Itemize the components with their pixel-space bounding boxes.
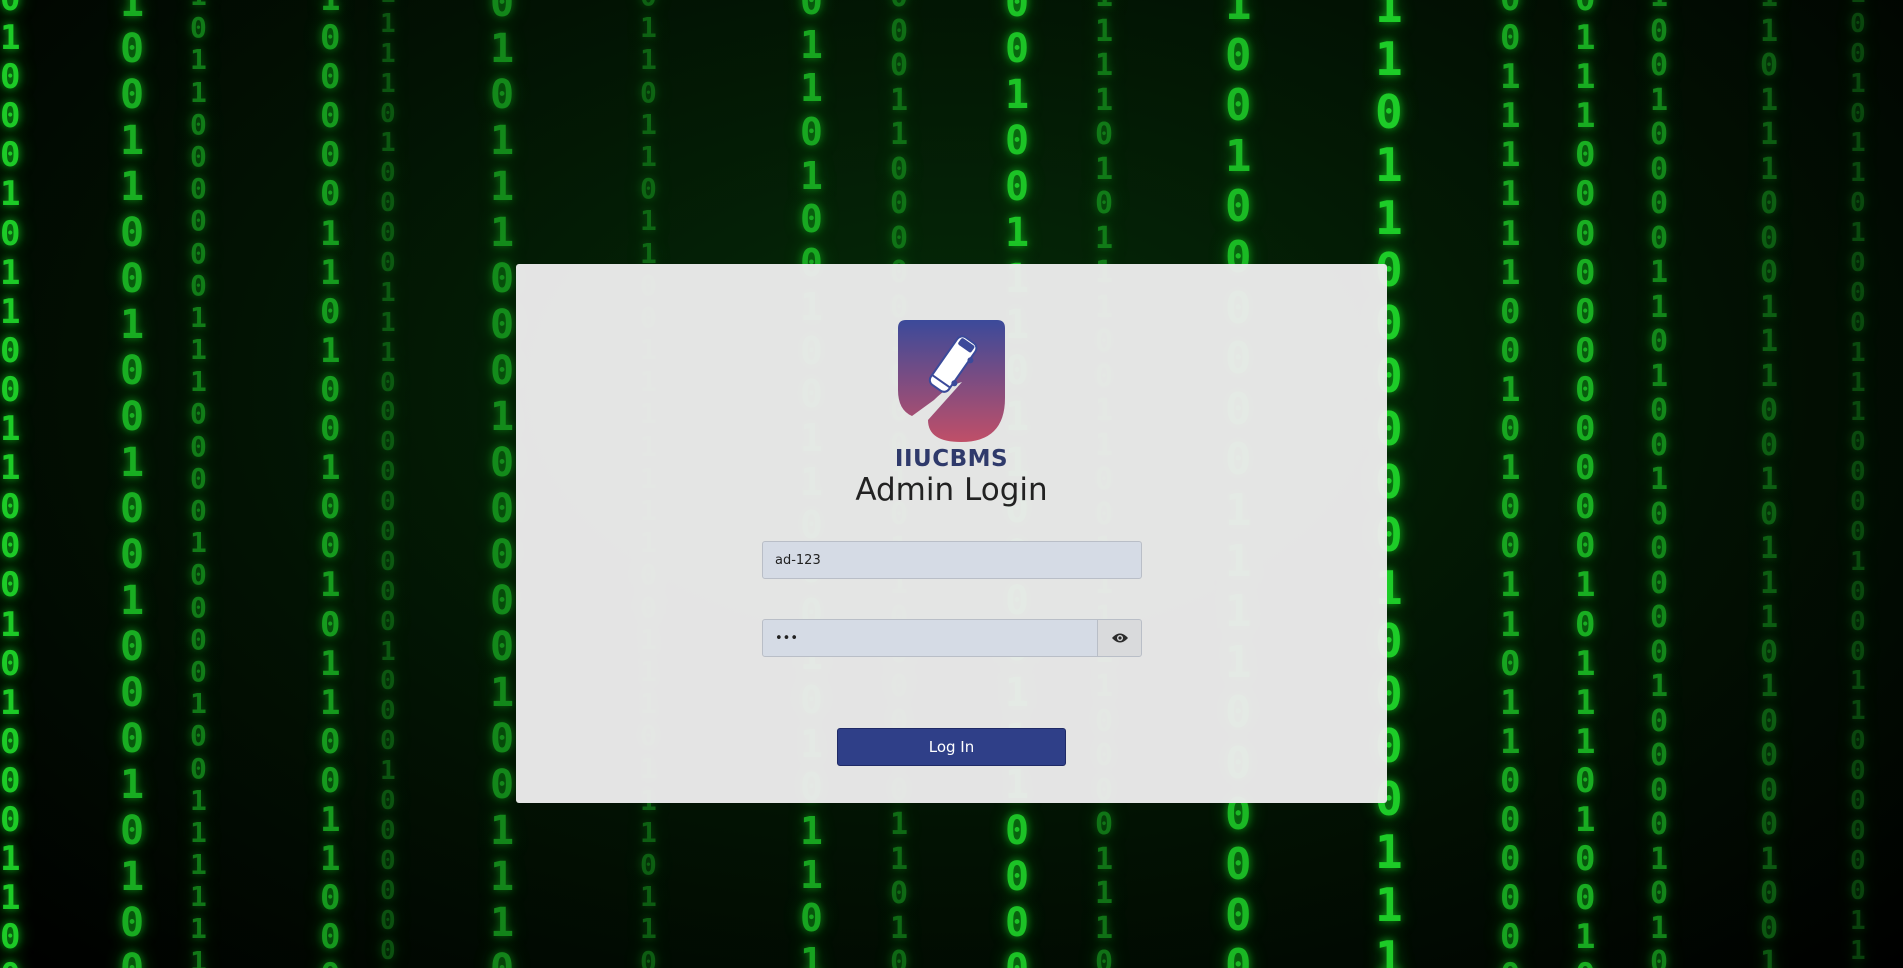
eye-icon xyxy=(1111,633,1128,643)
binary-rain-column: 1 0 0 0 0 0 1 1 0 1 0 0 1 0 0 1 0 1 1 0 … xyxy=(320,0,341,968)
bus-logo-icon xyxy=(898,320,1005,442)
binary-rain-column: 0 0 1 1 1 1 1 1 0 0 1 0 1 0 0 1 1 0 1 1 … xyxy=(1500,0,1521,968)
binary-rain-column: 0 1 0 0 0 1 0 1 1 0 0 1 1 0 0 0 1 0 1 0 … xyxy=(0,0,21,968)
show-password-button[interactable] xyxy=(1097,619,1142,657)
binary-rain-column: 1 1 0 1 1 1 0 0 0 1 1 1 0 0 1 0 1 1 1 0 … xyxy=(1760,0,1779,968)
password-input[interactable] xyxy=(762,619,1098,657)
binary-rain-column: 0 1 1 1 0 0 0 0 0 0 0 0 0 0 0 1 0 1 1 1 … xyxy=(1575,0,1596,968)
login-button[interactable]: Log In xyxy=(837,728,1066,766)
binary-rain-column: 1 0 1 1 0 0 0 0 0 0 1 1 1 0 0 0 0 1 0 0 … xyxy=(190,0,207,968)
username-input[interactable] xyxy=(762,541,1142,579)
login-card: IIUCBMS Admin Login Log In xyxy=(516,264,1387,803)
brand-name: IIUCBMS xyxy=(894,446,1009,472)
page-title: Admin Login xyxy=(855,472,1048,508)
binary-rain-column: 1 0 0 1 0 0 0 0 1 1 0 1 0 0 1 0 0 0 0 0 … xyxy=(1650,0,1669,968)
binary-rain-column: 0 1 0 1 1 1 0 0 0 1 0 0 0 0 0 1 0 0 1 1 … xyxy=(490,0,515,968)
binary-rain-column: 1 0 0 1 0 1 1 0 1 0 0 0 1 1 1 0 0 0 0 1 … xyxy=(1850,0,1866,968)
binary-rain-column: 1 1 1 1 0 1 0 0 0 0 1 1 1 0 0 0 0 0 0 0 … xyxy=(380,0,396,968)
binary-rain-column: 1 0 0 1 1 0 0 1 0 0 1 0 0 1 0 0 0 1 0 1 … xyxy=(120,0,145,968)
